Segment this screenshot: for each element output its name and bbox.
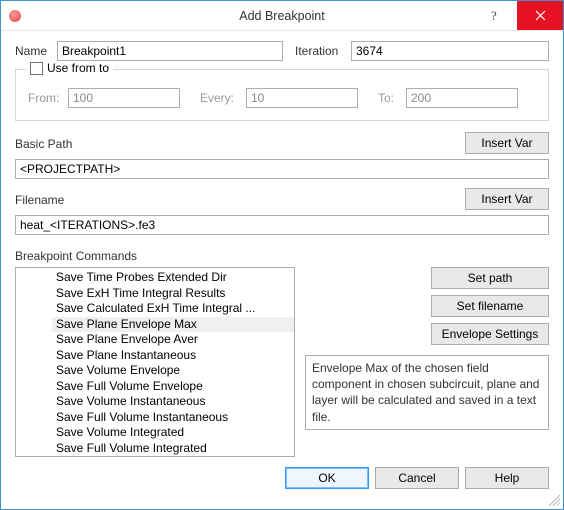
side-buttons: Set path Set filename Envelope Settings	[305, 267, 549, 345]
dialog-buttons: OK Cancel Help	[15, 467, 549, 489]
list-item[interactable]: Save Plane Envelope Aver	[52, 332, 294, 348]
list-item[interactable]: Save Full Volume Instantaneous	[52, 410, 294, 426]
filename-header: Filename Insert Var	[15, 187, 549, 211]
commands-area: Save Time Probes Extended DirSave ExH Ti…	[15, 267, 549, 457]
svg-text:?: ?	[491, 9, 497, 23]
ok-button[interactable]: OK	[285, 467, 369, 489]
name-input[interactable]	[57, 41, 283, 61]
to-label: To:	[378, 91, 402, 105]
list-item[interactable]: Save Time Probes Extended Dir	[52, 270, 294, 286]
help-icon[interactable]: ?	[472, 1, 517, 30]
list-item[interactable]: Save ExH Time Integral Results	[52, 286, 294, 302]
every-label: Every:	[200, 91, 242, 105]
list-item[interactable]: Save Volume Envelope	[52, 363, 294, 379]
cancel-button[interactable]: Cancel	[375, 467, 459, 489]
to-input	[406, 88, 518, 108]
app-icon	[9, 10, 21, 22]
list-item[interactable]: Save Full Volume Integrated	[52, 441, 294, 457]
list-item[interactable]: Save Volume Integrated	[52, 425, 294, 441]
list-item[interactable]: Save Pdiss Energy OF	[52, 456, 294, 457]
every-input	[246, 88, 358, 108]
list-item[interactable]: Save Plane Instantaneous	[52, 348, 294, 364]
use-from-to-label: Use from to	[47, 61, 109, 75]
basic-path-input[interactable]	[15, 159, 549, 179]
set-path-button[interactable]: Set path	[431, 267, 549, 289]
iteration-label: Iteration	[295, 44, 345, 58]
resize-grip-icon[interactable]	[547, 493, 560, 506]
window-controls: ?	[472, 1, 563, 30]
envelope-settings-button[interactable]: Envelope Settings	[431, 323, 549, 345]
insert-var-filename-button[interactable]: Insert Var	[465, 188, 549, 210]
dialog-content: Name Iteration Use from to From: Every: …	[1, 31, 563, 509]
iteration-input[interactable]	[351, 41, 549, 61]
from-to-row: From: Every: To:	[28, 88, 536, 108]
close-icon[interactable]	[517, 1, 563, 30]
use-from-to-title: Use from to	[26, 61, 113, 75]
basic-path-label: Basic Path	[15, 137, 72, 151]
set-filename-button[interactable]: Set filename	[431, 295, 549, 317]
list-item[interactable]: Save Plane Envelope Max	[52, 317, 294, 333]
list-item[interactable]: Save Volume Instantaneous	[52, 394, 294, 410]
use-from-to-checkbox[interactable]	[30, 62, 43, 75]
commands-listbox[interactable]: Save Time Probes Extended DirSave ExH Ti…	[15, 267, 295, 457]
filename-input[interactable]	[15, 215, 549, 235]
title-bar: Add Breakpoint ?	[1, 1, 563, 31]
insert-var-basicpath-button[interactable]: Insert Var	[465, 132, 549, 154]
list-item[interactable]: Save Calculated ExH Time Integral ...	[52, 301, 294, 317]
filename-label: Filename	[15, 193, 64, 207]
name-label: Name	[15, 44, 51, 58]
from-label: From:	[28, 91, 64, 105]
breakpoint-commands-label: Breakpoint Commands	[15, 249, 549, 263]
command-description: Envelope Max of the chosen field compone…	[305, 355, 549, 430]
basic-path-header: Basic Path Insert Var	[15, 131, 549, 155]
use-from-to-group: Use from to From: Every: To:	[15, 69, 549, 121]
name-iteration-row: Name Iteration	[15, 41, 549, 61]
commands-side-column: Set path Set filename Envelope Settings …	[305, 267, 549, 457]
help-button[interactable]: Help	[465, 467, 549, 489]
from-input	[68, 88, 180, 108]
list-item[interactable]: Save Full Volume Envelope	[52, 379, 294, 395]
